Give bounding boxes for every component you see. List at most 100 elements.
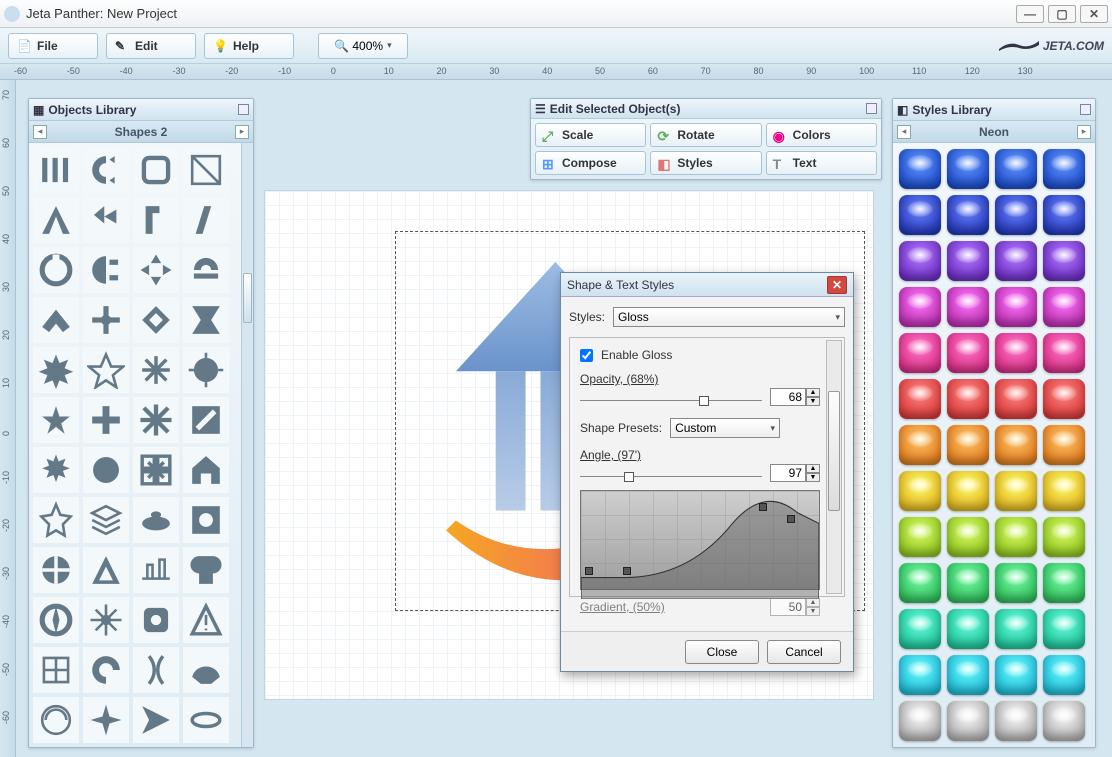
style-swatch[interactable]: [1043, 563, 1085, 603]
style-swatch[interactable]: [995, 563, 1037, 603]
style-swatch[interactable]: [947, 287, 989, 327]
shape-item[interactable]: [133, 497, 179, 543]
style-swatch[interactable]: [947, 425, 989, 465]
style-swatch[interactable]: [995, 333, 1037, 373]
compose-button[interactable]: ⊞Compose: [535, 151, 646, 175]
shape-item[interactable]: [33, 397, 79, 443]
shape-item[interactable]: [183, 197, 229, 243]
gloss-curve-editor[interactable]: [580, 490, 820, 590]
opacity-spin-up[interactable]: ▲: [806, 388, 820, 397]
shape-item[interactable]: [83, 697, 129, 743]
colors-button[interactable]: ◉Colors: [766, 123, 877, 147]
style-swatch[interactable]: [995, 471, 1037, 511]
shape-item[interactable]: [83, 347, 129, 393]
dialog-close-action-button[interactable]: Close: [685, 640, 759, 664]
style-swatch[interactable]: [899, 609, 941, 649]
style-swatch[interactable]: [899, 195, 941, 235]
shape-item[interactable]: [183, 447, 229, 493]
dialog-scrollbar[interactable]: [826, 340, 842, 594]
style-swatch[interactable]: [995, 241, 1037, 281]
prev-style-category-button[interactable]: ◂: [897, 125, 911, 139]
style-swatch[interactable]: [1043, 379, 1085, 419]
style-swatch[interactable]: [1043, 655, 1085, 695]
style-swatch[interactable]: [1043, 333, 1085, 373]
shape-item[interactable]: [83, 197, 129, 243]
shape-item[interactable]: [33, 197, 79, 243]
edit-menu-button[interactable]: ✎ Edit: [106, 33, 196, 59]
shape-item[interactable]: [183, 297, 229, 343]
shape-item[interactable]: [33, 697, 79, 743]
text-button[interactable]: TText: [766, 151, 877, 175]
style-swatch[interactable]: [899, 655, 941, 695]
scale-button[interactable]: ⤢Scale: [535, 123, 646, 147]
style-swatch[interactable]: [1043, 425, 1085, 465]
style-swatch[interactable]: [899, 333, 941, 373]
panel-collapse-button[interactable]: [866, 103, 877, 114]
maximize-button[interactable]: ▢: [1048, 5, 1076, 23]
shape-item[interactable]: [183, 397, 229, 443]
style-swatch[interactable]: [899, 241, 941, 281]
shape-item[interactable]: [133, 447, 179, 493]
style-swatch[interactable]: [1043, 701, 1085, 741]
style-swatch[interactable]: [899, 425, 941, 465]
style-swatch[interactable]: [995, 195, 1037, 235]
style-swatch[interactable]: [899, 517, 941, 557]
angle-spin-down[interactable]: ▼: [806, 473, 820, 482]
shape-item[interactable]: [183, 697, 229, 743]
shape-item[interactable]: [33, 297, 79, 343]
style-swatch[interactable]: [947, 563, 989, 603]
shape-item[interactable]: [183, 247, 229, 293]
shape-item[interactable]: [133, 197, 179, 243]
style-swatch[interactable]: [995, 149, 1037, 189]
style-swatch[interactable]: [995, 425, 1037, 465]
shape-item[interactable]: [33, 447, 79, 493]
shape-item[interactable]: [33, 147, 79, 193]
angle-slider[interactable]: [580, 466, 762, 482]
gradient-input[interactable]: [770, 598, 806, 616]
style-swatch[interactable]: [995, 379, 1037, 419]
style-swatch[interactable]: [947, 333, 989, 373]
style-swatch[interactable]: [947, 379, 989, 419]
style-swatch[interactable]: [1043, 287, 1085, 327]
opacity-slider[interactable]: [580, 390, 762, 406]
style-swatch[interactable]: [899, 379, 941, 419]
objects-scrollbar[interactable]: [241, 143, 253, 747]
shape-item[interactable]: [83, 547, 129, 593]
style-swatch[interactable]: [995, 701, 1037, 741]
shape-item[interactable]: [183, 547, 229, 593]
help-menu-button[interactable]: 💡 Help: [204, 33, 294, 59]
shape-item[interactable]: [33, 647, 79, 693]
shape-item[interactable]: [83, 447, 129, 493]
shape-item[interactable]: [83, 397, 129, 443]
shape-item[interactable]: [183, 597, 229, 643]
shape-item[interactable]: [133, 147, 179, 193]
shape-item[interactable]: [83, 497, 129, 543]
angle-input[interactable]: [770, 464, 806, 482]
style-swatch[interactable]: [995, 287, 1037, 327]
style-swatch[interactable]: [947, 241, 989, 281]
style-swatch[interactable]: [947, 149, 989, 189]
style-swatch[interactable]: [947, 701, 989, 741]
style-swatch[interactable]: [995, 609, 1037, 649]
style-swatch[interactable]: [1043, 471, 1085, 511]
file-menu-button[interactable]: 📄 File: [8, 33, 98, 59]
opacity-input[interactable]: [770, 388, 806, 406]
shape-item[interactable]: [133, 397, 179, 443]
next-style-category-button[interactable]: ▸: [1077, 125, 1091, 139]
style-swatch[interactable]: [947, 655, 989, 695]
shape-item[interactable]: [133, 697, 179, 743]
style-swatch[interactable]: [899, 149, 941, 189]
minimize-button[interactable]: —: [1016, 5, 1044, 23]
shape-item[interactable]: [33, 547, 79, 593]
dialog-cancel-button[interactable]: Cancel: [767, 640, 841, 664]
shape-item[interactable]: [133, 297, 179, 343]
shape-item[interactable]: [83, 647, 129, 693]
shape-item[interactable]: [33, 497, 79, 543]
shape-item[interactable]: [133, 597, 179, 643]
style-swatch[interactable]: [995, 517, 1037, 557]
panel-collapse-button[interactable]: [238, 104, 249, 115]
shape-item[interactable]: [133, 547, 179, 593]
shape-item[interactable]: [33, 347, 79, 393]
shape-item[interactable]: [133, 647, 179, 693]
shape-item[interactable]: [183, 497, 229, 543]
